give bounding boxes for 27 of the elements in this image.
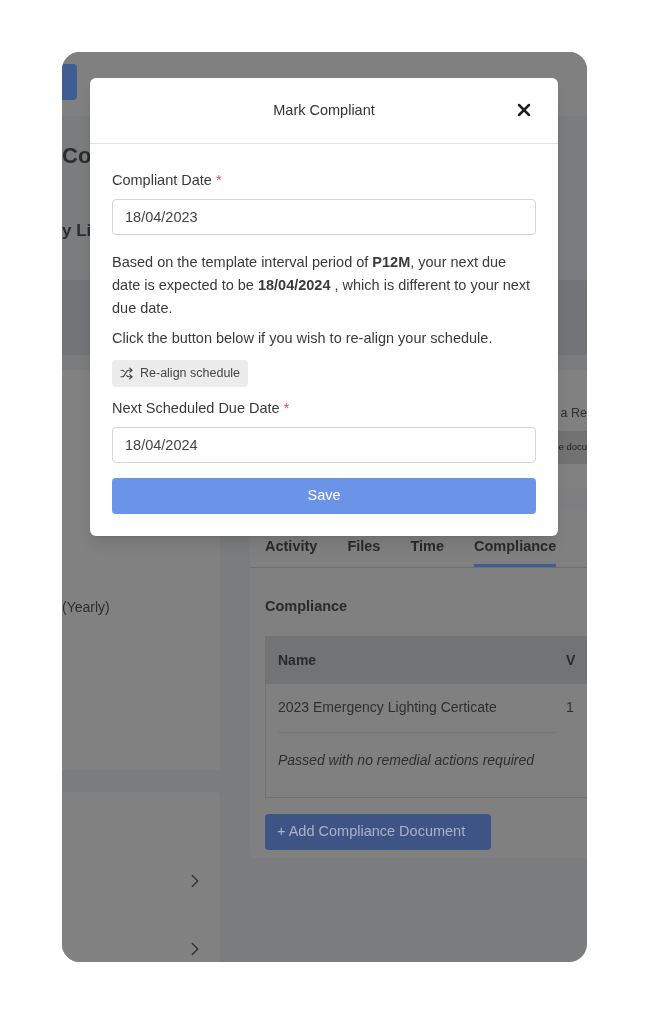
interval-text: (Yearly) (62, 598, 111, 617)
realign-button[interactable]: Re-align schedule (112, 359, 249, 387)
tab[interactable]: Activity (265, 536, 318, 567)
document-pill: e docu (558, 430, 587, 464)
column-header: Name (277, 650, 318, 670)
date-field[interactable]: 18/04/2023 (112, 198, 536, 235)
add-document-button[interactable]: + Add Compliance Document (265, 813, 491, 850)
tab[interactable]: Time (410, 536, 445, 567)
modal-title: Mark Compliant (273, 100, 375, 120)
subheading: y Li (62, 220, 93, 242)
page-heading: Co (62, 142, 93, 170)
column-header: V (566, 650, 576, 670)
side-text: a Re (560, 405, 587, 422)
tab[interactable]: Files (347, 536, 381, 567)
interval-message: Based on the template interval period of P12M, your next due date is expected to be 18/04/2024 , which is different to your next due date. (112, 252, 532, 318)
table-cell-text: 2023 Emergency Lighting Certicate (277, 698, 498, 717)
table-note: Passed with no remedial actions required (277, 750, 536, 770)
field-label: Compliant Date (112, 171, 212, 190)
section-title: Compliance (265, 596, 349, 616)
required-asterisk: * (215, 171, 222, 190)
date-field[interactable]: 18/04/2024 (112, 426, 536, 463)
field-label: Next Scheduled Due Date (112, 398, 280, 418)
table-cell-text: 1 (566, 698, 574, 717)
required-asterisk: * (283, 398, 290, 418)
shuffle-icon (120, 366, 133, 380)
save-button[interactable]: Save (112, 477, 536, 514)
realign-hint: Click the button below if you wish to re-align your schedule. (112, 328, 494, 348)
